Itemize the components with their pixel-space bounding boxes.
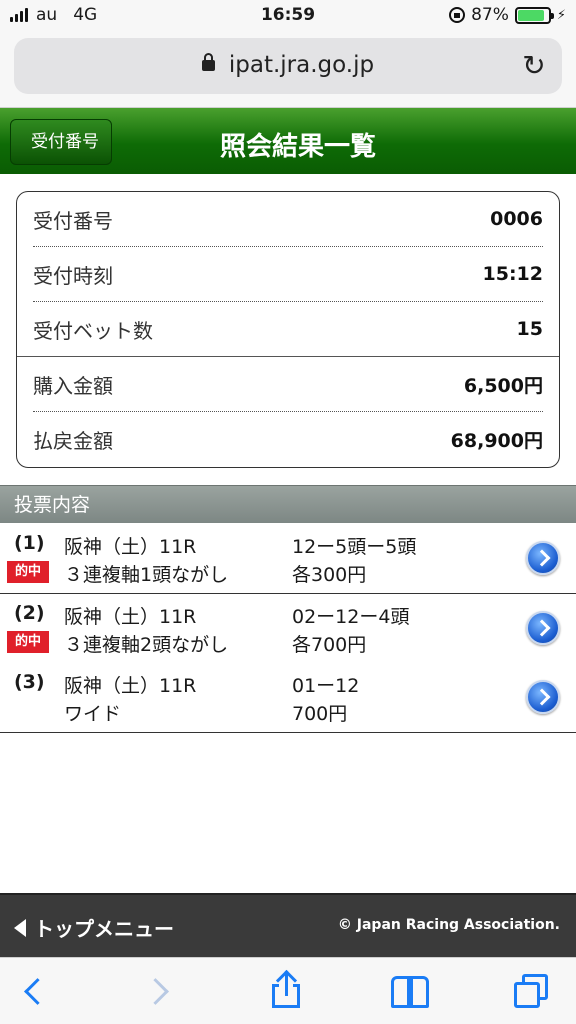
browser-forward-icon[interactable] <box>140 972 180 1012</box>
receipt-summary-card: 受付番号 0006 受付時刻 15:12 受付ベット数 15 購入金額 6,50… <box>16 191 560 468</box>
ticket-bet-type: ３連複軸1頭ながし <box>64 564 229 586</box>
info-row-receipt-time: 受付時刻 15:12 <box>33 247 543 301</box>
ticket-bet-type: ３連複軸2頭ながし <box>64 634 229 656</box>
copyright-text: © Japan Racing Association. <box>337 917 560 933</box>
info-value: 15:12 <box>482 263 543 285</box>
info-row-payout-amount: 払戻金額 68,900円 <box>33 412 543 466</box>
info-label: 受付時刻 <box>33 263 113 288</box>
tabs-icon[interactable] <box>512 972 552 1012</box>
top-menu-link[interactable]: トップメニュー <box>14 913 174 942</box>
url-text: ipat.jra.go.jp <box>228 52 375 78</box>
ticket-bet-type: ワイド <box>64 703 122 725</box>
chevron-right-icon[interactable] <box>526 680 560 714</box>
ticket-combination: 01ー12 <box>292 675 360 697</box>
section-header-bets: 投票内容 <box>0 485 576 523</box>
ticket-amount: 各300円 <box>292 564 367 586</box>
info-label: 払戻金額 <box>33 428 113 453</box>
info-value: 68,900円 <box>450 429 543 452</box>
chevron-right-icon[interactable] <box>526 611 560 645</box>
info-label: 受付番号 <box>33 208 113 233</box>
page-title: 照会結果一覧 <box>219 132 376 162</box>
battery-percent: 87% <box>471 5 509 25</box>
info-value: 6,500円 <box>463 374 543 397</box>
reload-icon[interactable]: ↻ <box>520 52 548 80</box>
battery-icon <box>514 6 554 24</box>
ticket-number: (1) <box>14 532 45 554</box>
info-value: 0006 <box>490 208 543 230</box>
info-label: 受付ベット数 <box>33 318 153 343</box>
ticket-amount: 700円 <box>292 703 348 725</box>
info-row-receipt-number: 受付番号 0006 <box>33 192 543 246</box>
ticket-race: 阪神（土）11R <box>64 675 197 697</box>
info-row-bet-count: 受付ベット数 15 <box>33 302 543 356</box>
rotation-lock-icon <box>449 7 466 23</box>
ticket-number: (3) <box>14 671 45 693</box>
url-display: ipat.jra.go.jp <box>14 52 562 78</box>
ticket-row[interactable]: (1) 阪神（土）11R 12ー5頭ー5頭 的中 ３連複軸1頭ながし 各300円 <box>0 524 576 594</box>
status-right: 87% ⚡ <box>449 5 566 25</box>
battery-fill <box>517 9 544 21</box>
ticket-combination: 02ー12ー4頭 <box>292 606 410 628</box>
chevron-right-icon[interactable] <box>526 541 560 575</box>
bookmarks-icon[interactable] <box>390 972 430 1012</box>
ticket-row[interactable]: (3) 阪神（土）11R 01ー12 ワイド 700円 <box>0 663 576 733</box>
info-value: 15 <box>516 318 543 340</box>
lock-icon <box>201 53 215 71</box>
hit-badge: 的中 <box>7 561 49 583</box>
share-icon[interactable] <box>268 969 308 1012</box>
ticket-number: (2) <box>14 602 45 624</box>
address-bar[interactable]: ipat.jra.go.jp ↻ <box>14 38 562 94</box>
hit-badge: 的中 <box>7 631 49 653</box>
page-footer: トップメニュー © Japan Racing Association. <box>0 893 576 957</box>
browser-address-area: ipat.jra.go.jp ↻ <box>0 32 576 108</box>
browser-back-icon[interactable] <box>14 972 54 1012</box>
page-header: 受付番号 照会結果一覧 <box>0 108 576 174</box>
info-label: 購入金額 <box>33 373 113 398</box>
info-row-purchase-amount: 購入金額 6,500円 <box>33 357 543 411</box>
browser-toolbar <box>0 957 576 1024</box>
triangle-left-icon <box>14 918 26 937</box>
ticket-race: 阪神（土）11R <box>64 536 197 558</box>
ticket-combination: 12ー5頭ー5頭 <box>292 536 417 558</box>
status-bar: au 4G 16:59 87% ⚡ <box>0 0 576 32</box>
charging-icon: ⚡ <box>556 7 566 23</box>
ticket-row[interactable]: (2) 阪神（土）11R 02ー12ー4頭 的中 ３連複軸2頭ながし 各700円 <box>0 594 576 664</box>
ticket-amount: 各700円 <box>292 634 367 656</box>
ticket-race: 阪神（土）11R <box>64 606 197 628</box>
top-menu-label: トップメニュー <box>34 917 174 941</box>
